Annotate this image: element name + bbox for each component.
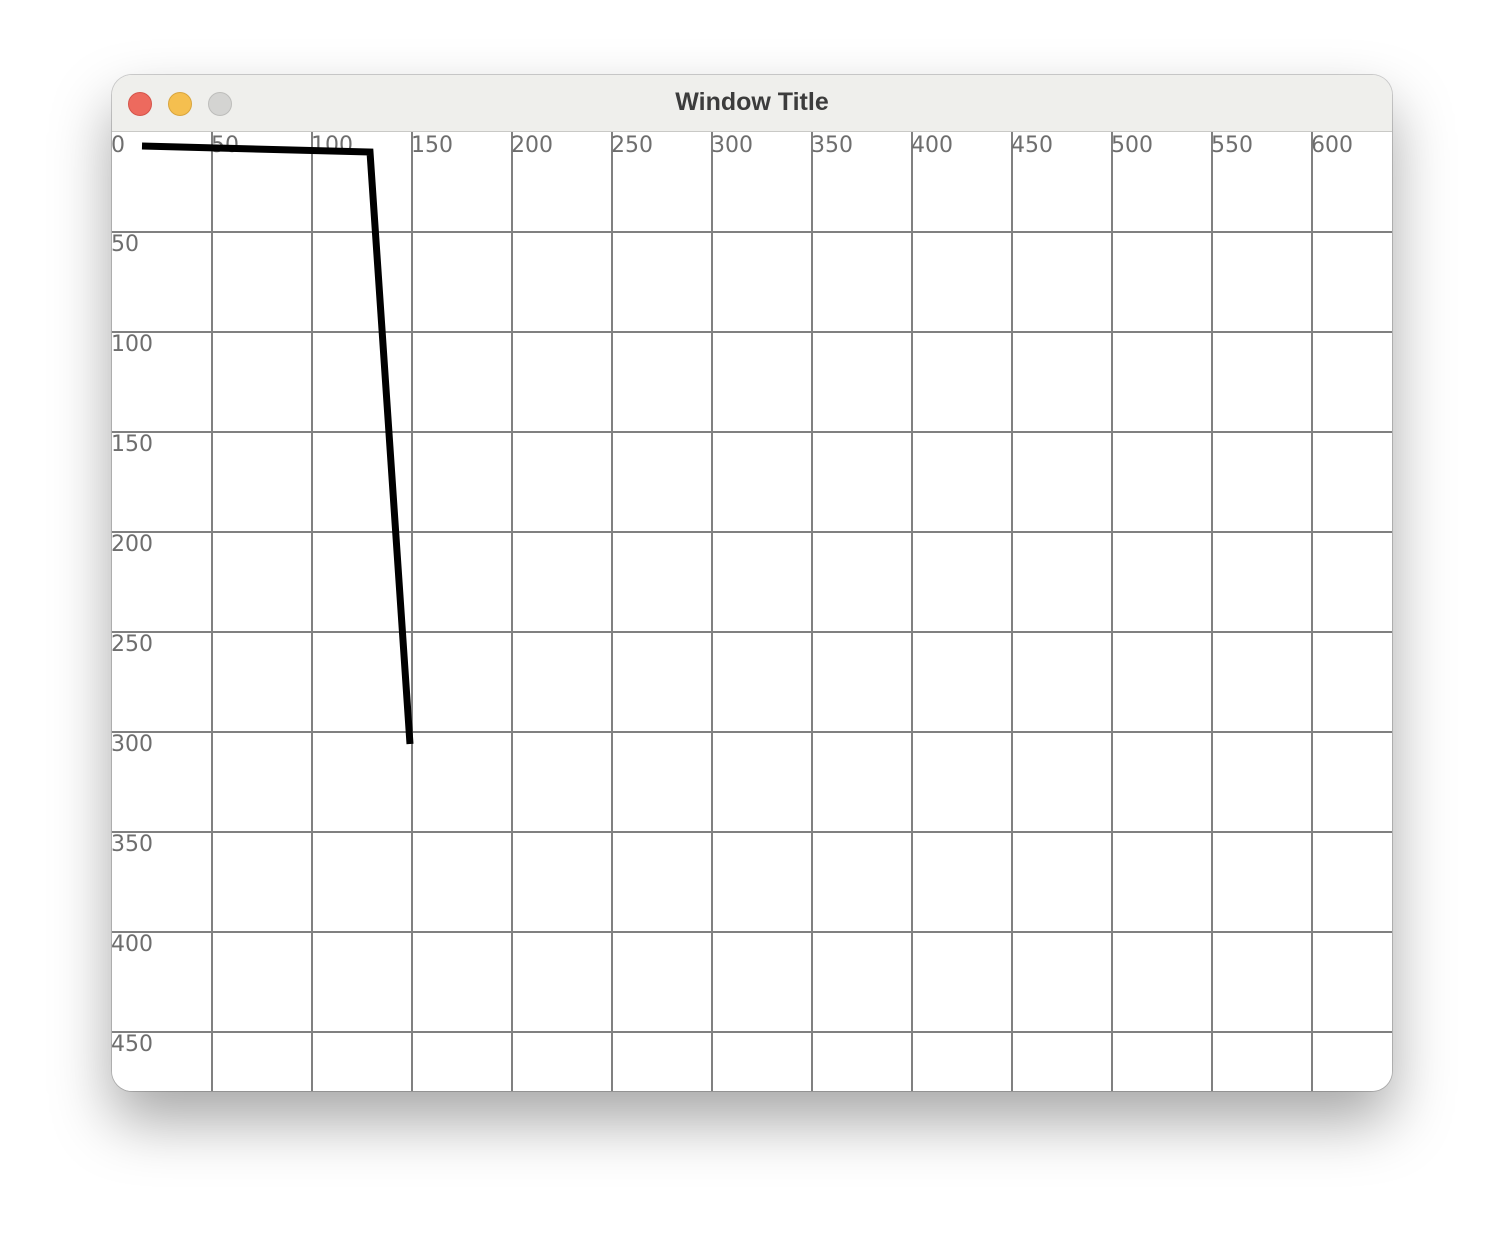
y-tick-label: 200 — [112, 532, 153, 557]
app-window: Window Title 0 50 100 150 200 250 300 350 400 450… — [112, 75, 1392, 1091]
line-drawing-canvas: 0 50 100 150 200 250 300 350 400 450 500 550 6005010… — [112, 132, 1392, 1091]
y-tick-label: 400 — [112, 932, 153, 957]
canvas-area: 0 50 100 150 200 250 300 350 400 450 500 550 600 50 10… — [112, 132, 1392, 1091]
x-tick-label: 150 — [411, 133, 453, 158]
x-tick-label: 600 — [1311, 133, 1353, 158]
y-tick-label: 50 — [112, 232, 139, 257]
y-tick-label: 300 — [112, 732, 153, 757]
x-tick-label: 200 — [511, 133, 553, 158]
x-tick-label: 500 — [1111, 133, 1153, 158]
window-title: Window Title — [675, 88, 829, 116]
x-tick-label: 550 — [1211, 133, 1253, 158]
x-tick-label: 350 — [811, 133, 853, 158]
y-tick-label: 250 — [112, 632, 153, 657]
title-bar[interactable]: Window Title — [112, 75, 1392, 132]
x-tick-label: 400 — [911, 133, 953, 158]
x-tick-label: 450 — [1011, 133, 1053, 158]
x-tick-label: 250 — [611, 133, 653, 158]
series-line — [141, 142, 414, 745]
y-tick-label: 450 — [112, 1032, 153, 1057]
y-tick-label: 150 — [112, 432, 153, 457]
y-tick-label: 100 — [112, 332, 153, 357]
x-tick-label: 300 — [711, 133, 753, 158]
x-tick-label: 0 — [112, 133, 125, 158]
y-tick-label: 350 — [112, 832, 153, 857]
